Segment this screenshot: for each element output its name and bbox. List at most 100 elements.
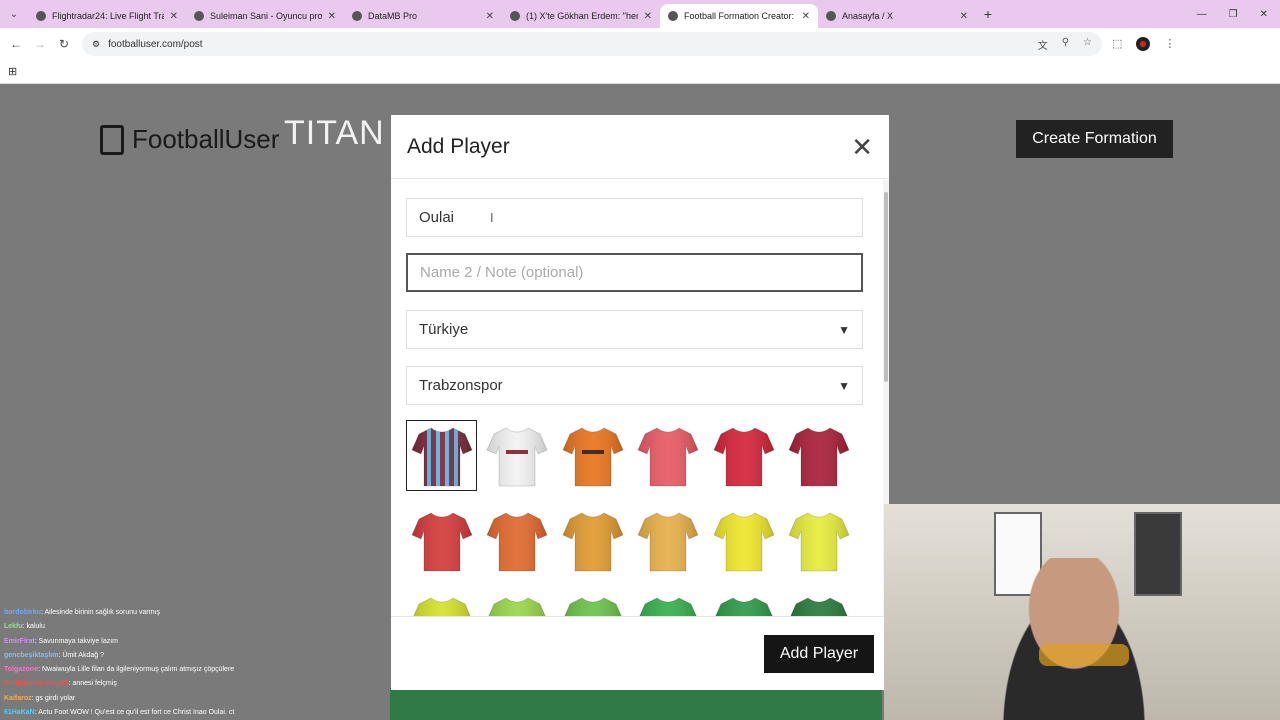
jersey-option[interactable] bbox=[633, 590, 704, 616]
chat-text: : Savunmaya takviye lazım bbox=[34, 637, 118, 645]
tab-close-icon[interactable]: ✕ bbox=[170, 11, 178, 22]
bookmarks-bar: ⊞ bbox=[0, 60, 1280, 84]
jersey-option[interactable] bbox=[633, 505, 704, 576]
browser-tab-bar: ⌄ Flightradar24: Live Flight Track ✕ Sulei… bbox=[0, 0, 1280, 28]
team-select[interactable]: Trabzonspor ▼ bbox=[406, 366, 863, 405]
tab-close-icon[interactable]: ✕ bbox=[802, 11, 810, 22]
browser-menu-icon[interactable]: ⋮ bbox=[1164, 37, 1175, 51]
minimize-icon[interactable]: — bbox=[1197, 9, 1207, 20]
browser-tab[interactable]: DataMB Pro ✕ bbox=[344, 4, 502, 28]
jersey-shirt-icon bbox=[410, 426, 473, 486]
chat-message: EmirFirat: Savunmaya takviye lazım bbox=[4, 635, 384, 649]
tab-favicon-icon bbox=[510, 11, 520, 21]
restore-icon[interactable]: ❐ bbox=[1229, 9, 1238, 20]
create-formation-button[interactable]: Create Formation bbox=[1016, 120, 1173, 158]
jersey-option[interactable] bbox=[482, 590, 553, 616]
jersey-option[interactable] bbox=[406, 505, 477, 576]
jersey-option[interactable] bbox=[557, 505, 628, 576]
team-value: Trabzonspor bbox=[419, 377, 503, 394]
close-window-icon[interactable]: ✕ bbox=[1260, 9, 1268, 20]
chat-message: Tolgazone: Nwaiwuyla Lille filan da ilgi… bbox=[4, 663, 384, 677]
site-info-icon[interactable]: ⚙ bbox=[92, 39, 100, 50]
tab-favicon-icon bbox=[668, 11, 678, 21]
jersey-option[interactable] bbox=[557, 590, 628, 616]
apps-grid-icon[interactable]: ⊞ bbox=[8, 65, 17, 78]
jersey-option[interactable] bbox=[708, 590, 779, 616]
chat-text: : Ümit Akdağ ? bbox=[58, 651, 104, 659]
tab-favicon-icon bbox=[826, 11, 836, 21]
jersey-grid bbox=[406, 420, 876, 616]
window-controls: — ❐ ✕ bbox=[1197, 9, 1280, 20]
forward-icon[interactable]: → bbox=[28, 37, 52, 51]
new-tab-button[interactable]: + bbox=[976, 6, 1000, 22]
chat-text: : annesi felçmiş bbox=[68, 680, 117, 688]
jersey-option[interactable] bbox=[784, 590, 855, 616]
chat-message: Lekfu: kalulu bbox=[4, 620, 384, 634]
chat-text: : Actu Foot WOW ! Qu'est ce qu'il est fo… bbox=[34, 709, 235, 717]
player-name-input[interactable]: Oulai I bbox=[406, 198, 863, 237]
name2-note-input[interactable]: Name 2 / Note (optional) bbox=[406, 253, 863, 292]
jersey-shirt-icon bbox=[713, 426, 775, 486]
jersey-option[interactable] bbox=[406, 420, 477, 491]
tab-title: DataMB Pro bbox=[368, 11, 418, 21]
browser-tab[interactable]: (1) X'te Gökhan Erdem: "hemen ✕ bbox=[502, 4, 660, 28]
jersey-shirt-icon bbox=[788, 511, 851, 571]
jersey-option[interactable] bbox=[557, 420, 628, 491]
tab-close-icon[interactable]: ✕ bbox=[328, 11, 336, 22]
add-player-modal: Add Player ✕ Oulai I Name 2 / Note (opti… bbox=[391, 115, 889, 690]
tab-close-icon[interactable]: ✕ bbox=[960, 11, 968, 22]
jersey-shirt-icon bbox=[486, 426, 548, 486]
modal-title: Add Player bbox=[407, 134, 510, 158]
extensions-icon[interactable]: ⬚ bbox=[1112, 37, 1122, 51]
chat-message: gencbeşiktaşlım: Ümit Akdağ ? bbox=[4, 649, 384, 663]
browser-tab[interactable]: Football Formation Creator: Re ✕ bbox=[660, 4, 818, 28]
tab-search-chevron-icon[interactable]: ⌄ bbox=[0, 0, 28, 28]
close-icon[interactable]: ✕ bbox=[851, 134, 873, 160]
site-logo[interactable]: FootballUser bbox=[100, 124, 279, 155]
jersey-option[interactable] bbox=[784, 505, 855, 576]
browser-tab[interactable]: Anasayfa / X ✕ bbox=[818, 4, 976, 28]
tab-close-icon[interactable]: ✕ bbox=[644, 11, 652, 22]
jersey-shirt-icon bbox=[488, 596, 547, 616]
chat-message: 61HaKaN: Actu Foot WOW ! Qu'est ce qu'il… bbox=[4, 706, 384, 720]
jersey-shirt-icon bbox=[788, 426, 851, 486]
tab-favicon-icon bbox=[194, 11, 204, 21]
country-value: Türkiye bbox=[419, 321, 469, 338]
zoom-icon[interactable]: ⚲ bbox=[1062, 37, 1069, 52]
country-select[interactable]: Türkiye ▼ bbox=[406, 310, 863, 349]
tab-title: Football Formation Creator: Re bbox=[684, 11, 796, 21]
browser-tab[interactable]: Flightradar24: Live Flight Track ✕ bbox=[28, 4, 186, 28]
text-cursor-icon: I bbox=[490, 210, 494, 225]
jersey-option[interactable] bbox=[708, 420, 779, 491]
jersey-shirt-icon bbox=[637, 426, 699, 486]
translate-icon[interactable]: 文 bbox=[1038, 37, 1048, 52]
jersey-option[interactable] bbox=[482, 505, 553, 576]
reload-icon[interactable]: ↻ bbox=[52, 37, 76, 51]
modal-footer: Add Player bbox=[391, 616, 889, 690]
player-name-value: Oulai bbox=[419, 209, 455, 226]
jersey-shirt-icon bbox=[562, 426, 624, 486]
jersey-option[interactable] bbox=[708, 505, 779, 576]
jersey-shirt-icon bbox=[639, 596, 698, 616]
jersey-shirt-icon bbox=[714, 596, 773, 616]
jersey-shirt-icon bbox=[410, 511, 473, 571]
chat-text: : kalulu bbox=[22, 623, 45, 631]
jersey-option[interactable] bbox=[784, 420, 855, 491]
profile-avatar[interactable] bbox=[1136, 37, 1151, 51]
jersey-shirt-icon bbox=[637, 511, 699, 571]
url-omnibox[interactable]: ⚙ footballuser.com/post 文 ⚲ ☆ bbox=[82, 32, 1102, 56]
add-player-button[interactable]: Add Player bbox=[764, 635, 874, 673]
jersey-option[interactable] bbox=[406, 590, 477, 616]
stream-overlay-brand: TITAN bbox=[284, 114, 385, 152]
modal-body: Oulai I Name 2 / Note (optional) Türkiye… bbox=[391, 180, 883, 616]
scrollbar-thumb[interactable] bbox=[884, 192, 888, 382]
bookmark-star-icon[interactable]: ☆ bbox=[1083, 37, 1092, 52]
browser-tab[interactable]: Suleiman Sani - Oyuncu profili ✕ bbox=[186, 4, 344, 28]
tab-close-icon[interactable]: ✕ bbox=[486, 11, 494, 22]
jersey-option[interactable] bbox=[633, 420, 704, 491]
jersey-option[interactable] bbox=[482, 420, 553, 491]
address-bar-row: ← → ↻ ⚙ footballuser.com/post 文 ⚲ ☆ ⬚ ⋮ bbox=[0, 28, 1280, 60]
chat-message: Kaifaroz: gs girdi yolar bbox=[4, 692, 384, 706]
back-icon[interactable]: ← bbox=[4, 37, 28, 51]
chevron-down-icon: ▼ bbox=[838, 322, 850, 337]
